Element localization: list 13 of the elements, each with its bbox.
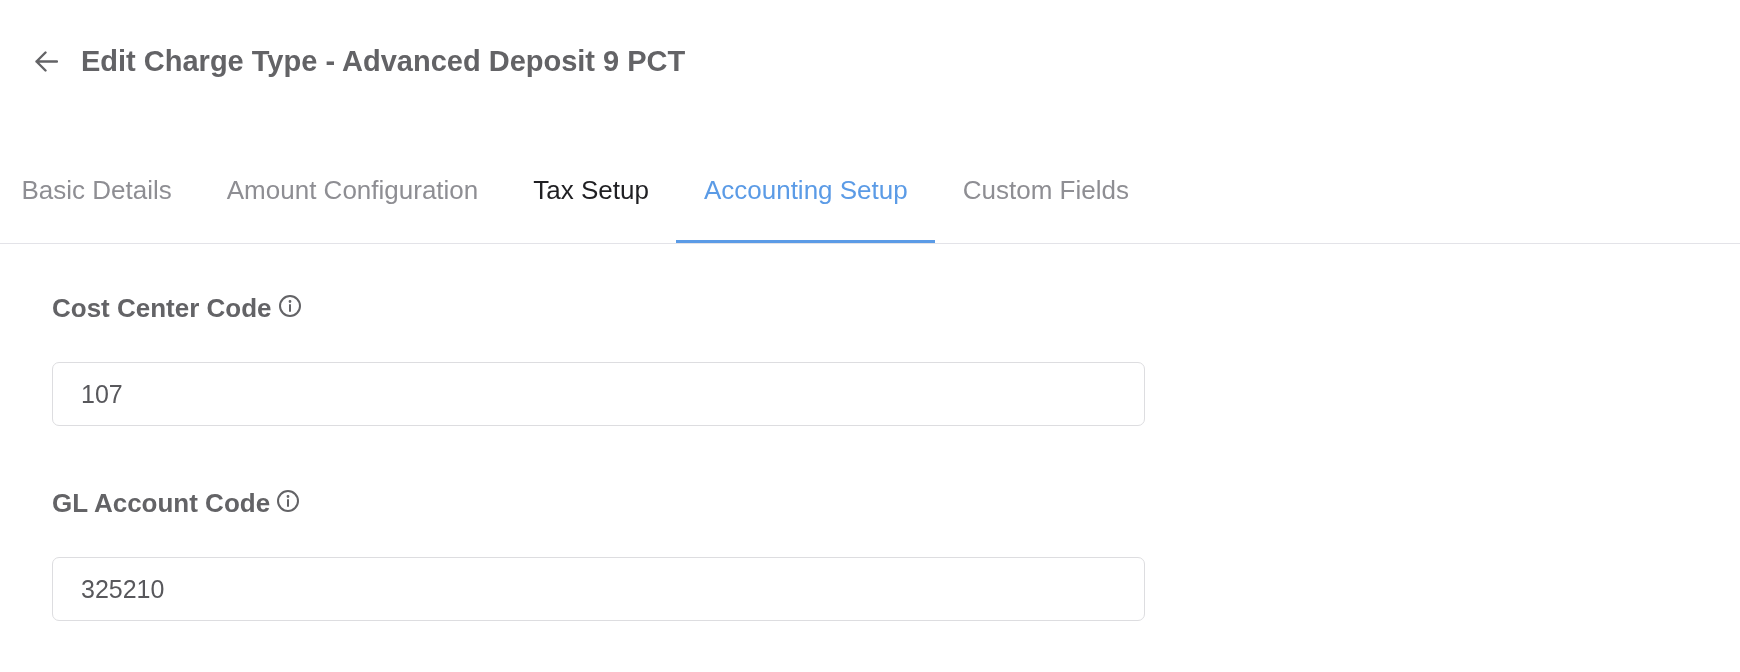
back-arrow-icon[interactable] (35, 50, 58, 72)
tab[interactable]: Accounting Setup (676, 175, 936, 243)
tab[interactable]: Amount Configuration (199, 175, 506, 243)
text-input[interactable]: 107 (52, 362, 1145, 426)
info-icon[interactable] (277, 489, 300, 512)
tab[interactable]: Basic Details (0, 175, 200, 243)
page-title: Edit Charge Type - Advanced Deposit 9 PCT (81, 44, 686, 78)
field-label: GL Account Code (52, 488, 271, 518)
info-icon[interactable] (278, 294, 301, 317)
text-input[interactable]: 325210 (52, 557, 1145, 621)
tab[interactable]: Tax Setup (505, 175, 677, 243)
tab[interactable]: Custom Fields (935, 175, 1157, 243)
field-label: Cost Center Code (52, 293, 272, 323)
